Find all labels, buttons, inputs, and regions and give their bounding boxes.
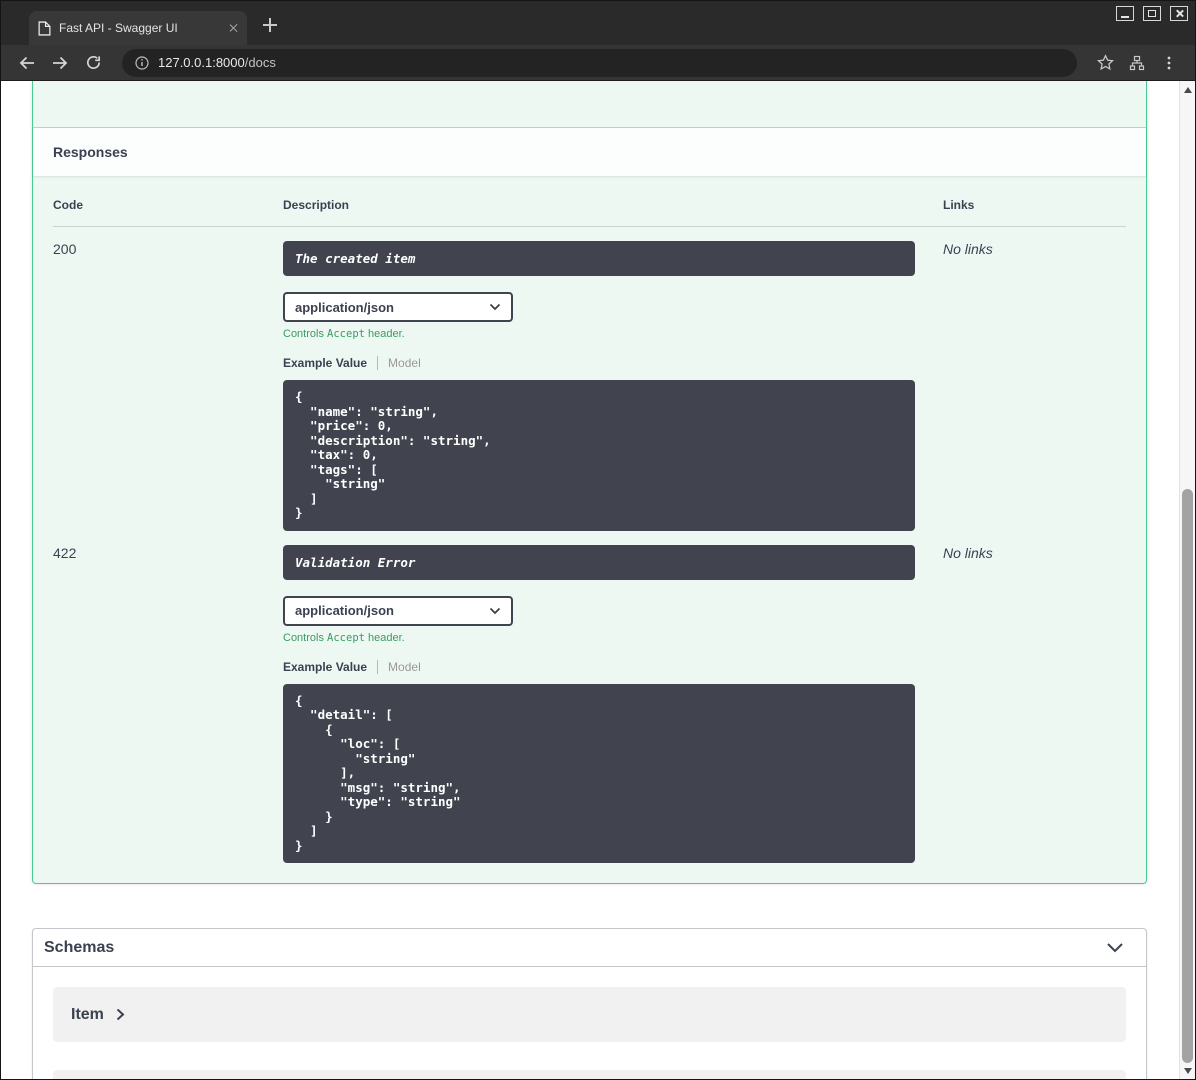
back-button[interactable] xyxy=(13,49,41,77)
address-bar[interactable]: 127.0.0.1:8000/docs xyxy=(122,48,1077,77)
scrollbar-thumb[interactable] xyxy=(1182,489,1193,1063)
tab-example-value[interactable]: Example Value xyxy=(283,660,367,674)
accept-header-hint: Controls Accept header. xyxy=(283,631,405,644)
response-description-cell: The created item application/json Contro… xyxy=(283,241,915,531)
schemas-section: Schemas Item ValidationError xyxy=(32,928,1147,1079)
example-model-tabs: Example Value Model xyxy=(283,356,915,370)
minimize-icon xyxy=(1121,16,1129,18)
tab-title: Fast API - Swagger UI xyxy=(59,21,178,35)
tab-separator xyxy=(377,356,379,370)
forward-button[interactable] xyxy=(46,49,74,77)
page-icon xyxy=(38,20,51,36)
example-model-tabs: Example Value Model xyxy=(283,659,915,674)
browser-toolbar: 127.0.0.1:8000/docs xyxy=(1,45,1195,81)
col-header-description: Description xyxy=(283,198,350,212)
scroll-up-button[interactable] xyxy=(1180,82,1195,97)
browser-tab[interactable]: Fast API - Swagger UI xyxy=(29,11,247,45)
col-header-links: Links xyxy=(943,198,975,212)
col-header-code: Code xyxy=(53,198,83,212)
minimize-button[interactable] xyxy=(1116,6,1134,21)
model-name: Item xyxy=(71,1005,104,1023)
responses-table: Code Description Links 200 The created i… xyxy=(33,176,1146,883)
close-icon xyxy=(1175,9,1184,18)
schemas-title: Schemas xyxy=(44,938,115,956)
opblock-gap xyxy=(33,81,1146,128)
tab-close-icon[interactable] xyxy=(228,23,238,33)
swagger-page: Responses Code Description Links 200 The… xyxy=(1,81,1179,1079)
accept-header-hint: Controls Accept header. xyxy=(283,328,405,340)
reload-icon xyxy=(86,55,100,69)
extensions-icon xyxy=(1129,55,1145,70)
new-tab-button[interactable] xyxy=(263,18,277,32)
schemas-header[interactable]: Schemas xyxy=(33,929,1146,967)
example-json: { "name": "string", "price": 0, "descrip… xyxy=(283,380,915,531)
response-row-200: 200 The created item application/json Co… xyxy=(53,227,1126,531)
tab-example-value[interactable]: Example Value xyxy=(283,356,367,370)
response-code: 422 xyxy=(53,544,77,561)
response-row-422: 422 Validation Error application/json Co… xyxy=(53,531,1126,863)
window-controls xyxy=(1116,6,1188,21)
arrow-down-icon xyxy=(1183,1067,1192,1074)
menu-button[interactable] xyxy=(1155,49,1183,77)
kebab-menu-icon xyxy=(1167,56,1171,69)
scroll-down-button[interactable] xyxy=(1180,1063,1195,1078)
maximize-icon xyxy=(1148,10,1156,17)
extensions-button[interactable] xyxy=(1123,49,1151,77)
url-path: /docs xyxy=(244,55,276,70)
page-viewport: Responses Code Description Links 200 The… xyxy=(1,81,1195,1079)
opblock-post: Responses Code Description Links 200 The… xyxy=(32,81,1147,884)
responses-title: Responses xyxy=(53,144,128,160)
chevron-right-icon xyxy=(116,1008,125,1021)
forward-arrow-icon xyxy=(53,56,68,69)
arrow-up-icon xyxy=(1183,86,1192,93)
vertical-scrollbar[interactable] xyxy=(1179,81,1195,1079)
title-bar: Fast API - Swagger UI xyxy=(1,1,1195,45)
media-type-select[interactable]: application/json xyxy=(283,595,513,626)
back-arrow-icon xyxy=(19,56,34,69)
media-type-value: application/json xyxy=(295,299,394,315)
responses-table-head: Code Description Links xyxy=(53,198,1126,227)
tab-model[interactable]: Model xyxy=(388,356,421,370)
chevron-down-icon xyxy=(489,607,501,614)
bookmark-button[interactable] xyxy=(1091,49,1119,77)
media-type-select[interactable]: application/json xyxy=(283,292,513,322)
tab-separator xyxy=(377,659,379,674)
browser-window: Fast API - Swagger UI 127.0.0.1:8000/doc… xyxy=(0,0,1196,1080)
response-links: No links xyxy=(943,544,993,561)
chevron-down-icon[interactable] xyxy=(1106,942,1124,954)
response-links: No links xyxy=(943,241,993,257)
model-item[interactable]: ValidationError xyxy=(53,1070,1126,1079)
info-icon[interactable] xyxy=(135,55,149,70)
response-description: Validation Error xyxy=(283,544,915,580)
close-button[interactable] xyxy=(1170,6,1188,21)
reload-button[interactable] xyxy=(79,49,107,77)
url-text: 127.0.0.1:8000/docs xyxy=(158,55,276,70)
chevron-down-icon xyxy=(489,303,501,311)
url-host: 127.0.0.1:8000 xyxy=(158,55,245,70)
models-list: Item ValidationError xyxy=(33,967,1146,1079)
response-description-cell: Validation Error application/json Contro… xyxy=(283,544,915,863)
maximize-button[interactable] xyxy=(1143,6,1161,21)
model-item[interactable]: Item xyxy=(53,987,1126,1042)
responses-header: Responses xyxy=(33,128,1146,176)
media-type-value: application/json xyxy=(295,603,394,618)
response-description: The created item xyxy=(283,241,915,276)
response-code: 200 xyxy=(53,241,77,257)
star-icon xyxy=(1096,54,1114,71)
example-json: { "detail": [ { "loc": [ "string" ], "ms… xyxy=(283,683,915,863)
tab-model[interactable]: Model xyxy=(388,660,421,674)
